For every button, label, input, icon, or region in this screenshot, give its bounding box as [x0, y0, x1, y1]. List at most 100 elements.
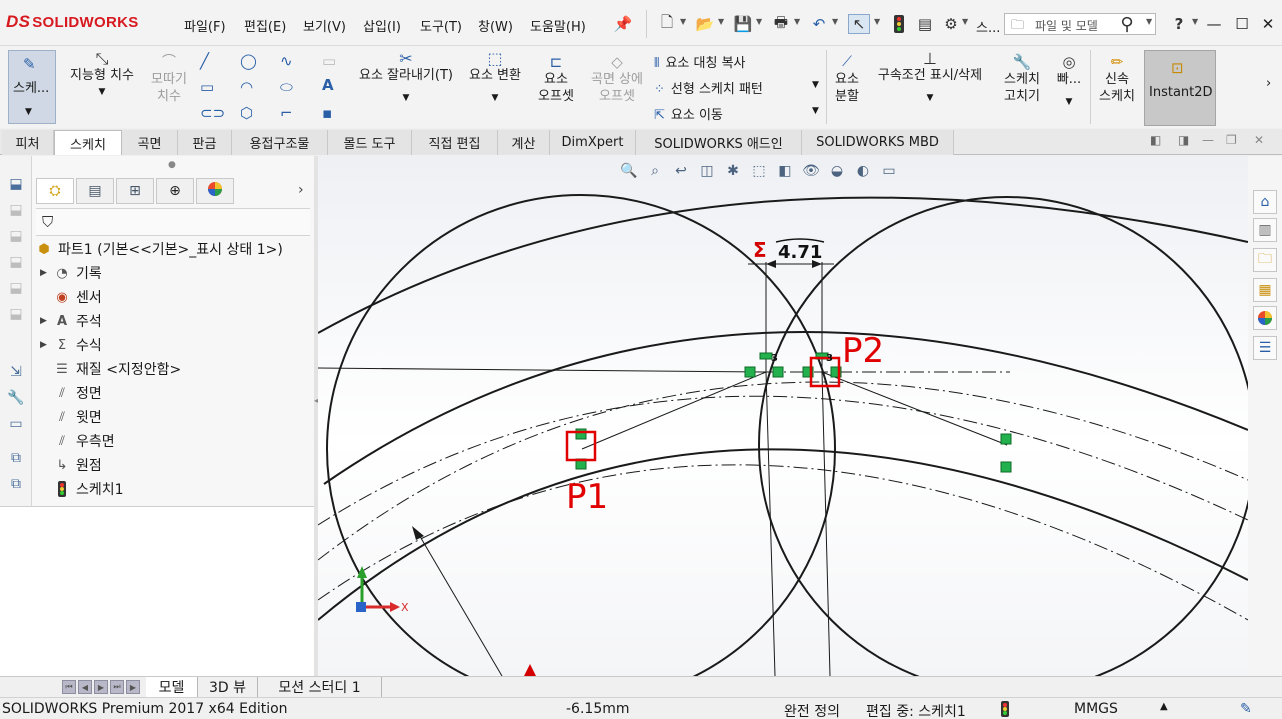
split-entities-button[interactable]: ⟋ 요소 분할: [830, 54, 864, 105]
line-icon[interactable]: ╱: [200, 52, 209, 70]
chevron-down-icon[interactable]: ▼: [874, 17, 880, 26]
tab-dimxpert[interactable]: DimXpert: [550, 130, 636, 155]
menu-file[interactable]: 파일(F): [184, 16, 226, 35]
select-arrow-icon[interactable]: ↖: [848, 14, 870, 34]
section-view-icon[interactable]: ◫: [696, 160, 718, 182]
tab-weldments[interactable]: 용접구조물: [232, 130, 328, 155]
offset-entities-button[interactable]: ⊏ 요소 오프셋: [532, 54, 580, 105]
spline-icon[interactable]: ∿: [280, 52, 293, 70]
file-properties-icon[interactable]: ▤: [914, 14, 936, 34]
rectangle-icon[interactable]: ▭: [200, 78, 214, 96]
plane-icon[interactable]: ▭: [322, 52, 336, 70]
trim-entities-button[interactable]: ✂ 요소 잘라내기(T) ▼: [352, 50, 460, 107]
zoom-area-icon[interactable]: ⌕: [644, 160, 666, 182]
text-icon[interactable]: A: [322, 76, 334, 94]
tree-item-annotations[interactable]: ▶ A 주석: [40, 310, 102, 332]
traffic-light-icon[interactable]: [888, 14, 910, 34]
display-style-icon[interactable]: ◧: [774, 160, 796, 182]
slot-icon[interactable]: ⊂⊃: [200, 104, 225, 122]
chevron-down-icon[interactable]: ▼: [812, 106, 819, 116]
property-manager-tab[interactable]: ▤: [76, 178, 114, 204]
tab-model[interactable]: 모델: [146, 677, 198, 697]
display-delete-relations-button[interactable]: ⊥ 구속조건 표시/삭제 ▼: [868, 50, 992, 107]
repair-sketch-button[interactable]: 🔧 스케치 고치기: [998, 54, 1046, 105]
sketch-plane-icon[interactable]: ⬓: [6, 304, 26, 324]
instant2d-button[interactable]: ⊡ Instant2D: [1144, 50, 1216, 126]
sketch-canvas[interactable]: Σ 4.71 3 3 P1 P2 X: [318, 156, 1248, 676]
minimize-button[interactable]: —: [1202, 14, 1226, 34]
close-button[interactable]: ✕: [1256, 14, 1280, 34]
configuration-manager-tab[interactable]: ⊞: [116, 178, 154, 204]
open-folder-icon[interactable]: 📂: [694, 14, 716, 34]
menu-edit[interactable]: 편집(E): [244, 16, 286, 35]
resize-handle-icon[interactable]: ●: [168, 160, 176, 170]
sketch-plane-icon[interactable]: ⬓: [6, 278, 26, 298]
chevron-down-icon[interactable]: ▼: [1146, 17, 1152, 26]
tile-icon[interactable]: ◧: [1150, 133, 1161, 147]
chevron-right-icon[interactable]: ›: [1266, 76, 1271, 91]
new-document-icon[interactable]: 🗋: [656, 13, 678, 34]
chevron-down-icon[interactable]: ▼: [718, 17, 724, 26]
fillet-dimension-button[interactable]: ⌒ 모따기 치수: [146, 54, 192, 105]
home-icon[interactable]: ⌂: [1253, 190, 1277, 214]
tab-3d-views[interactable]: 3D 뷰: [198, 677, 258, 697]
sketch-button[interactable]: ✎ 스케... ▼: [8, 50, 56, 124]
close-document-icon[interactable]: ✕: [1254, 133, 1264, 147]
previous-view-icon[interactable]: ↩: [670, 160, 692, 182]
tree-item-front-plane[interactable]: ⫽ 정면: [40, 382, 102, 404]
maximize-button[interactable]: ☐: [1230, 14, 1254, 34]
dimxpert-manager-tab[interactable]: ⊕: [156, 178, 194, 204]
feature-tree-tab[interactable]: ⛭: [36, 178, 74, 204]
tab-motion-study-1[interactable]: 모션 스터디 1: [258, 677, 382, 697]
status-units[interactable]: MMGS: [1074, 701, 1118, 717]
rapid-sketch-button[interactable]: ✏ 신속 스케치: [1094, 54, 1140, 105]
restore-document-icon[interactable]: ❐: [1226, 133, 1237, 147]
units-chevron-up-icon[interactable]: ▲: [1160, 701, 1168, 712]
tab-solidworks-mbd[interactable]: SOLIDWORKS MBD: [802, 130, 954, 155]
tab-surfaces[interactable]: 곡면: [122, 130, 178, 155]
file-explorer-icon[interactable]: 🗀: [1253, 248, 1277, 272]
move-entities-button[interactable]: ⇱ 요소 이동: [654, 104, 723, 123]
search-icon[interactable]: ⚲: [1116, 14, 1138, 35]
pin-icon[interactable]: 📌: [612, 14, 634, 34]
notification-icon[interactable]: ✎: [1240, 701, 1252, 717]
tile-vertical-icon[interactable]: ◨: [1178, 133, 1189, 147]
sketch-plane-icon[interactable]: ⬓: [6, 174, 26, 194]
menu-insert[interactable]: 삽입(I): [363, 16, 401, 35]
edit-appearance-icon[interactable]: ◒: [826, 160, 848, 182]
tree-item-top-plane[interactable]: ⫽ 윗면: [40, 406, 102, 428]
copy-icon[interactable]: ⧉: [6, 474, 26, 494]
wrench-icon[interactable]: 🔧: [6, 388, 26, 408]
tree-item-history[interactable]: ▶ ◔ 기록: [40, 262, 102, 284]
chevron-down-icon[interactable]: ▼: [680, 17, 686, 26]
tree-item-origin[interactable]: ↳ 원점: [40, 454, 102, 476]
chevron-down-icon[interactable]: ▼: [962, 17, 968, 26]
custom-properties-icon[interactable]: ☰: [1253, 336, 1277, 360]
zoom-to-fit-icon[interactable]: 🔍: [618, 160, 640, 182]
sketch-plane-icon[interactable]: ⬓: [6, 200, 26, 220]
solidworks-logo[interactable]: DS SOLIDWORKS: [6, 12, 139, 32]
view-palette-icon[interactable]: ▦: [1253, 278, 1277, 302]
hide-show-icon[interactable]: 👁: [800, 160, 822, 182]
view-settings-icon[interactable]: ▭: [878, 160, 900, 182]
tab-sheet-metal[interactable]: 판금: [178, 130, 232, 155]
sketch-plane-icon[interactable]: ⬓: [6, 252, 26, 272]
sketch-plane-icon[interactable]: ⬓: [6, 226, 26, 246]
next-tab-arrow-icon[interactable]: ▶: [94, 680, 108, 694]
apply-scene-icon[interactable]: ◐: [852, 160, 874, 182]
menu-window[interactable]: 창(W): [478, 16, 513, 35]
tree-item-sensors[interactable]: ◉ 센서: [40, 286, 101, 308]
tab-features[interactable]: 피처: [2, 130, 54, 155]
expand-arrow-icon[interactable]: ▶: [40, 316, 52, 326]
linear-pattern-button[interactable]: ⁘ 선형 스케치 패턴: [654, 78, 763, 97]
circle-icon[interactable]: ◯: [240, 52, 257, 70]
tree-filter[interactable]: ⛉: [36, 208, 310, 236]
copy-icon[interactable]: ⧉: [6, 448, 26, 468]
tab-solidworks-addins[interactable]: SOLIDWORKS 애드인: [636, 130, 802, 155]
end-tab-arrow-icon[interactable]: ▶: [126, 680, 140, 694]
menu-view[interactable]: 보기(V): [303, 16, 346, 35]
point-icon[interactable]: ▪: [322, 104, 332, 122]
quick-snaps-button[interactable]: ◎ 빠... ▼: [1052, 54, 1086, 111]
save-icon[interactable]: 💾: [732, 14, 754, 34]
display-manager-tab[interactable]: [196, 178, 234, 204]
